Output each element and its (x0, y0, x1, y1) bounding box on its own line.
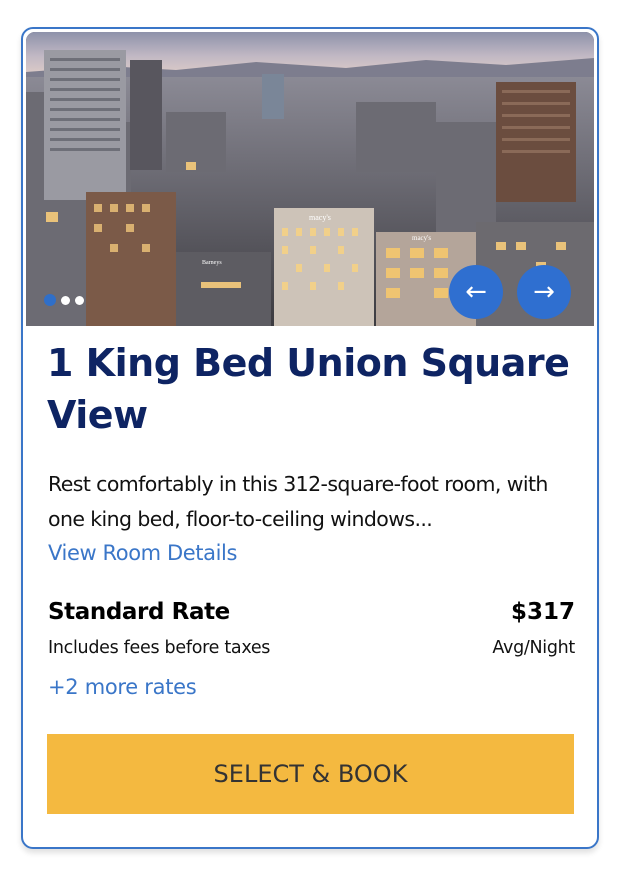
room-description: Rest comfortably in this 312-square-foot… (48, 472, 548, 531)
rate-unit: Avg/Night (492, 638, 575, 658)
more-rates-link[interactable]: +2 more rates (48, 671, 197, 703)
store-sign: macy's (309, 213, 331, 222)
carousel-dot[interactable] (61, 295, 70, 305)
rate-price: $317 (510, 599, 575, 625)
previous-photo-button[interactable]: ← (449, 265, 503, 319)
store-sign: macy's (412, 234, 431, 242)
room-photo-carousel[interactable]: macy's macy's Barneys ← → (26, 32, 594, 326)
room-card: macy's macy's Barneys ← → 1 King Bed Uni… (21, 27, 599, 849)
store-sign: Barneys (202, 260, 222, 266)
arrow-left-icon: ← (465, 277, 487, 307)
room-title: 1 King Bed Union Square View (47, 341, 570, 437)
carousel-indicators (44, 294, 84, 306)
city-view-photo: macy's macy's Barneys (26, 32, 594, 326)
carousel-dot[interactable] (75, 295, 84, 305)
rate-fee-note: Includes fees before taxes (48, 638, 271, 658)
carousel-dot[interactable] (44, 294, 56, 306)
select-and-book-button[interactable]: SELECT & BOOK (47, 734, 574, 814)
next-photo-button[interactable]: → (517, 265, 571, 319)
rate-name: Standard Rate (48, 599, 230, 625)
arrow-right-icon: → (533, 277, 555, 307)
view-room-details-link[interactable]: View Room Details (48, 537, 237, 569)
